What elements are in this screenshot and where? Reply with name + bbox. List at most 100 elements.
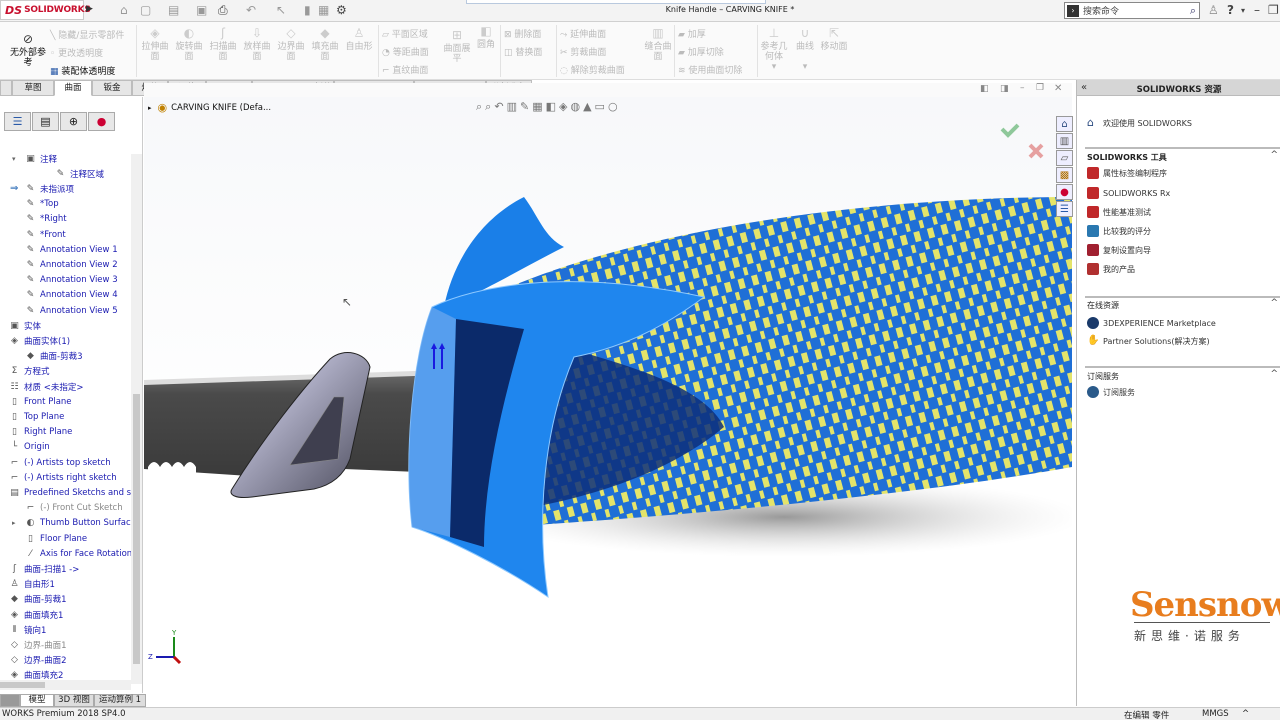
tree-node[interactable]: ⁄ Axis for Face Rotation — [24, 546, 132, 561]
task-pane-file-explorer-tab[interactable]: ▱ — [1056, 150, 1073, 166]
tool-link[interactable]: 复制设置向导 — [1087, 244, 1151, 256]
thicken-button[interactable]: ▰ 加厚 — [678, 27, 706, 40]
tab-model[interactable]: 模型 — [20, 694, 54, 707]
apply-scene-icon[interactable]: ▲ — [583, 100, 594, 113]
planar-surface-button[interactable]: ▱ 平面区域 — [382, 27, 428, 40]
tree-node[interactable]: ◆ 曲面-剪裁3 — [24, 349, 82, 364]
tree-node[interactable]: ◈ 曲面实体(1) — [8, 333, 70, 348]
help-icon[interactable]: ? — [1227, 3, 1234, 17]
tree-node[interactable]: └ Origin — [8, 440, 50, 455]
view-orientation-icon[interactable]: ▦ — [532, 100, 545, 113]
online-link[interactable]: ✋ Partner Solutions(解决方案) — [1087, 335, 1210, 347]
tree-node[interactable]: ◆ 曲面-剪裁1 — [8, 592, 66, 607]
units-selector[interactable]: MMGS — [1202, 709, 1229, 719]
tile-left-icon[interactable]: ◧ — [980, 84, 989, 94]
ruled-surface-button[interactable]: ⌐ 直纹曲面 — [382, 63, 428, 76]
select-icon[interactable]: ↖ — [276, 3, 286, 17]
dynamic-annotation-icon[interactable]: ✎ — [520, 100, 532, 113]
hide-show-components-button[interactable]: ╲ 隐藏/显示零部件 — [50, 28, 124, 41]
tree-node[interactable]: ✎ Annotation View 3 — [24, 273, 118, 288]
tab-features[interactable] — [0, 80, 12, 96]
section-collapse-icon[interactable]: ^ — [1270, 150, 1278, 160]
tree-node[interactable]: ▯ Front Plane — [8, 394, 72, 409]
new-document-icon[interactable]: ▢ — [140, 3, 151, 17]
tree-node[interactable]: ✎ Annotation View 4 — [24, 288, 118, 303]
tree-horizontal-scrollbar[interactable] — [0, 680, 131, 690]
task-pane-appearances-tab[interactable]: ● — [1056, 184, 1073, 200]
move-face-button[interactable]: ⇱ 移动面 — [818, 27, 850, 52]
tree-node[interactable]: ʃ 曲面-扫描1 -> — [8, 561, 79, 576]
section-collapse-icon[interactable]: ^ — [1270, 298, 1278, 308]
view-settings-icon[interactable]: ▭ — [595, 100, 608, 113]
task-pane-custom-properties-tab[interactable]: ☰ — [1056, 201, 1073, 217]
untrim-surface-button[interactable]: ◌ 解除剪裁曲面 — [560, 63, 625, 76]
cut-with-surface-button[interactable]: ≋ 使用曲面切除 — [678, 63, 742, 76]
realview-icon[interactable]: ○ — [608, 100, 621, 113]
tree-vertical-scrollbar[interactable] — [131, 154, 142, 684]
task-pane-resources-tab[interactable]: ⌂ — [1056, 116, 1073, 132]
property-manager-tab[interactable]: ▤ — [32, 112, 59, 131]
tree-node[interactable]: ⌐ (-) Front Cut Sketch — [24, 501, 123, 516]
tree-node[interactable]: ⇒ ✎ 未指派项 — [10, 181, 74, 196]
search-commands-input[interactable]: › 搜索命令 ⌕ — [1064, 2, 1200, 19]
tile-right-icon[interactable]: ◨ — [1000, 84, 1009, 94]
tree-node[interactable]: ⌐ (-) Artists top sketch — [8, 455, 111, 470]
hide-show-items-icon[interactable]: ◈ — [559, 100, 570, 113]
replace-face-button[interactable]: ◫ 替换面 — [504, 45, 542, 58]
tree-node[interactable]: ▯ Floor Plane — [24, 531, 87, 546]
tree-node[interactable]: ✎ *Right — [24, 212, 67, 227]
tree-node[interactable]: ♙ 自由形1 — [8, 577, 54, 592]
tree-node[interactable]: ▸ ◐ Thumb Button Surface — [12, 516, 136, 531]
restore-icon[interactable]: ❐ — [1268, 3, 1279, 17]
extend-surface-button[interactable]: ⤳ 延伸曲面 — [560, 27, 606, 40]
viewport-minimize-icon[interactable]: – — [1020, 83, 1025, 93]
task-pane-design-library-tab[interactable]: ▥ — [1056, 133, 1073, 149]
tree-node[interactable]: ▯ Top Plane — [8, 409, 64, 424]
online-link[interactable]: 3DEXPERIENCE Marketplace — [1087, 317, 1216, 329]
tree-node[interactable]: ✎ 注释区域 — [54, 166, 104, 181]
thickened-cut-button[interactable]: ▰ 加厚切除 — [678, 45, 724, 58]
feature-tree-tab[interactable]: ☰ — [4, 112, 31, 131]
open-document-icon[interactable]: ▤ — [168, 3, 179, 17]
tab-sketch[interactable]: 草图 — [12, 80, 54, 96]
display-manager-tab[interactable]: ● — [88, 112, 115, 131]
minimize-icon[interactable]: – — [1254, 3, 1260, 17]
tree-node[interactable]: ✎ Annotation View 1 — [24, 242, 118, 257]
fillet-button[interactable]: ◧ 圆角 — [476, 25, 496, 50]
tree-node[interactable]: ▯ Right Plane — [8, 425, 72, 440]
breadcrumb[interactable]: ▸ ◉ CARVING KNIFE (Defa... — [148, 101, 271, 114]
undo-icon[interactable]: ↶ — [246, 3, 256, 17]
tree-node[interactable]: ✎ Annotation View 5 — [24, 303, 118, 318]
previous-view-icon[interactable]: ↶ — [494, 100, 506, 113]
reference-geometry-button[interactable]: ⊥ 参考几何体 ▾ — [760, 27, 788, 72]
tab-motion-study[interactable]: 运动算例 1 — [94, 694, 146, 707]
tool-link[interactable]: 比较我的评分 — [1087, 225, 1151, 237]
expand-icon[interactable]: ▸ — [12, 519, 16, 527]
tree-node[interactable]: ✎ *Top — [24, 197, 59, 212]
zoom-to-area-icon[interactable]: ⌕ — [485, 100, 494, 113]
tree-node[interactable]: ▤ Predefined Sketchs and su — [8, 485, 136, 500]
tree-node[interactable]: ▾ ▣ 注释 — [12, 151, 57, 166]
tab-scroll[interactable] — [0, 694, 20, 707]
tool-link[interactable]: SOLIDWORKS Rx — [1087, 187, 1170, 199]
tab-surfaces[interactable]: 曲面 — [54, 80, 92, 96]
section-collapse-icon[interactable]: ^ — [1270, 369, 1278, 379]
revolved-surface-button[interactable]: ◐ 旋转曲面 — [174, 27, 204, 62]
expand-icon[interactable]: ▾ — [12, 155, 16, 163]
tab-sheet-metal[interactable]: 钣金 — [92, 80, 132, 96]
subscription-link[interactable]: 订阅服务 — [1087, 386, 1135, 398]
tool-link[interactable]: 性能基准测试 — [1087, 206, 1151, 218]
tree-node[interactable]: ◇ 边界-曲面1 — [8, 637, 66, 652]
knit-surface-button[interactable]: ▥ 缝合曲面 — [644, 27, 672, 62]
curves-button[interactable]: ∪ 曲线 ▾ — [794, 27, 816, 72]
rebuild-icon[interactable]: ▮ — [304, 3, 311, 17]
edit-appearance-icon[interactable]: ◍ — [570, 100, 583, 113]
zoom-to-fit-icon[interactable]: ⌕ — [476, 100, 485, 113]
user-icon[interactable]: ♙ — [1208, 3, 1219, 17]
delete-face-button[interactable]: ⊠ 删除面 — [504, 27, 541, 40]
extruded-surface-button[interactable]: ◈ 拉伸曲面 — [140, 27, 170, 62]
welcome-link[interactable]: ⌂ 欢迎使用 SOLIDWORKS — [1087, 117, 1192, 129]
tree-node[interactable]: ✎ *Front — [24, 227, 66, 242]
lofted-surface-button[interactable]: ⇩ 放样曲面 — [242, 27, 272, 62]
display-style-icon[interactable]: ◧ — [546, 100, 559, 113]
